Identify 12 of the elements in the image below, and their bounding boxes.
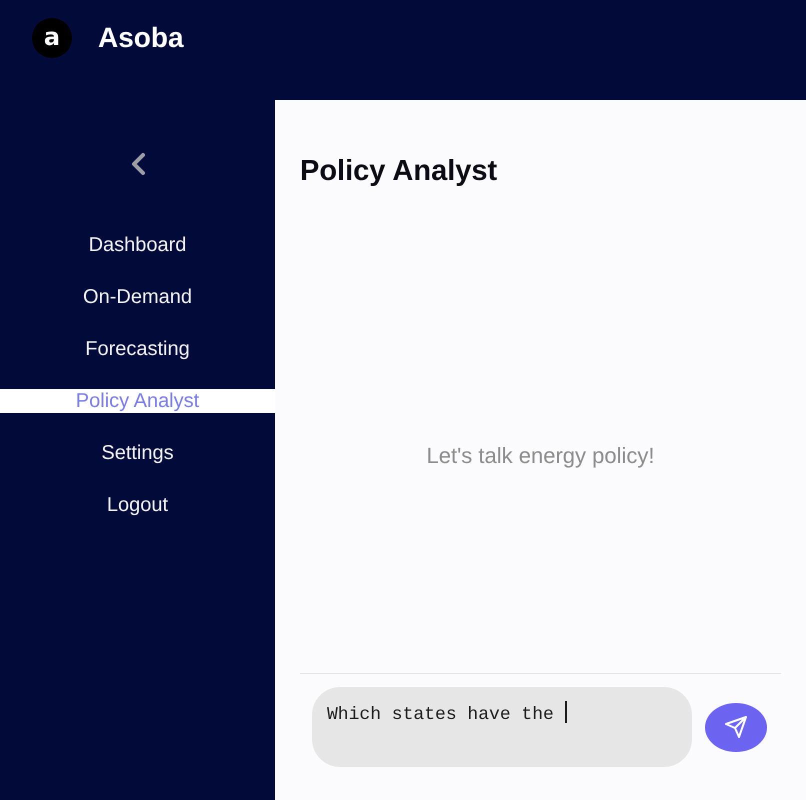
sidebar-item[interactable]: Dashboard (0, 233, 275, 257)
sidebar-item[interactable]: Logout (0, 493, 275, 517)
message-input[interactable]: Which states have the (312, 687, 692, 767)
logo-mark: a (32, 18, 72, 58)
sidebar-item[interactable]: Policy Analyst (0, 389, 275, 413)
brand-name: Asoba (98, 21, 184, 55)
page-title: Policy Analyst (300, 154, 498, 189)
sidebar-item[interactable]: Settings (0, 441, 275, 465)
send-icon (725, 716, 747, 738)
empty-state-message: Let's talk energy policy! (426, 443, 654, 469)
sidebar-item[interactable]: Forecasting (0, 337, 275, 361)
sidebar-item[interactable]: On-Demand (0, 285, 275, 309)
